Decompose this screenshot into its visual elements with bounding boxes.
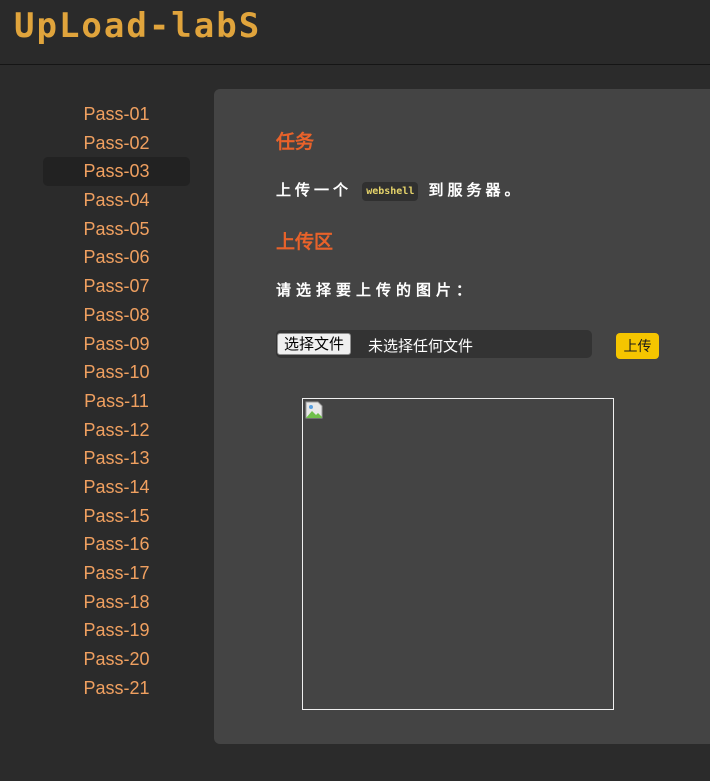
- sidebar-item-pass-02[interactable]: Pass-02: [43, 129, 190, 158]
- task-text-before: 上传一个: [276, 182, 353, 199]
- sidebar-item-pass-18[interactable]: Pass-18: [43, 588, 190, 617]
- sidebar-item-pass-15[interactable]: Pass-15: [43, 502, 190, 531]
- header: UpLoad-labS: [0, 0, 710, 65]
- file-status: 未选择任何文件: [368, 338, 474, 355]
- task-description: 上传一个 webshell 到服务器。: [276, 179, 524, 201]
- sidebar-nav: Pass-01 Pass-02 Pass-03 Pass-04 Pass-05 Pass-…: [43, 100, 190, 702]
- upload-prompt: 请选择要上传的图片：: [276, 282, 477, 299]
- sidebar-item-pass-16[interactable]: Pass-16: [43, 530, 190, 559]
- sidebar-item-pass-10[interactable]: Pass-10: [43, 358, 190, 387]
- main-panel: 任务 上传一个 webshell 到服务器。 上传区 请选择要上传的图片： 选择…: [214, 89, 710, 744]
- sidebar-item-pass-05[interactable]: Pass-05: [43, 215, 190, 244]
- sidebar-item-pass-21[interactable]: Pass-21: [43, 674, 190, 703]
- choose-file-button[interactable]: 选择文件: [277, 333, 352, 355]
- sidebar-item-pass-13[interactable]: Pass-13: [43, 444, 190, 473]
- broken-image-icon: [305, 401, 323, 419]
- sidebar-item-pass-08[interactable]: Pass-08: [43, 301, 190, 330]
- sidebar-item-pass-14[interactable]: Pass-14: [43, 473, 190, 502]
- task-text-after: 到服务器。: [428, 182, 524, 199]
- sidebar-item-pass-07[interactable]: Pass-07: [43, 272, 190, 301]
- sidebar-item-pass-20[interactable]: Pass-20: [43, 645, 190, 674]
- task-title: 任务: [276, 132, 315, 153]
- sidebar-item-pass-09[interactable]: Pass-09: [43, 330, 190, 359]
- sidebar-item-pass-01[interactable]: Pass-01: [43, 100, 190, 129]
- site-logo[interactable]: UpLoad-labS: [14, 6, 261, 46]
- file-input[interactable]: 选择文件 未选择任何文件: [276, 330, 592, 358]
- image-preview: [302, 398, 614, 710]
- sidebar-item-pass-19[interactable]: Pass-19: [43, 616, 190, 645]
- sidebar-item-pass-17[interactable]: Pass-17: [43, 559, 190, 588]
- task-code: webshell: [362, 181, 419, 201]
- sidebar-item-pass-04[interactable]: Pass-04: [43, 186, 190, 215]
- sidebar-item-pass-11[interactable]: Pass-11: [43, 387, 190, 416]
- sidebar-item-pass-06[interactable]: Pass-06: [43, 243, 190, 272]
- sidebar-item-pass-03[interactable]: Pass-03: [43, 157, 190, 187]
- sidebar-item-pass-12[interactable]: Pass-12: [43, 416, 190, 445]
- upload-area-title: 上传区: [276, 232, 334, 253]
- upload-button[interactable]: 上传: [616, 333, 659, 359]
